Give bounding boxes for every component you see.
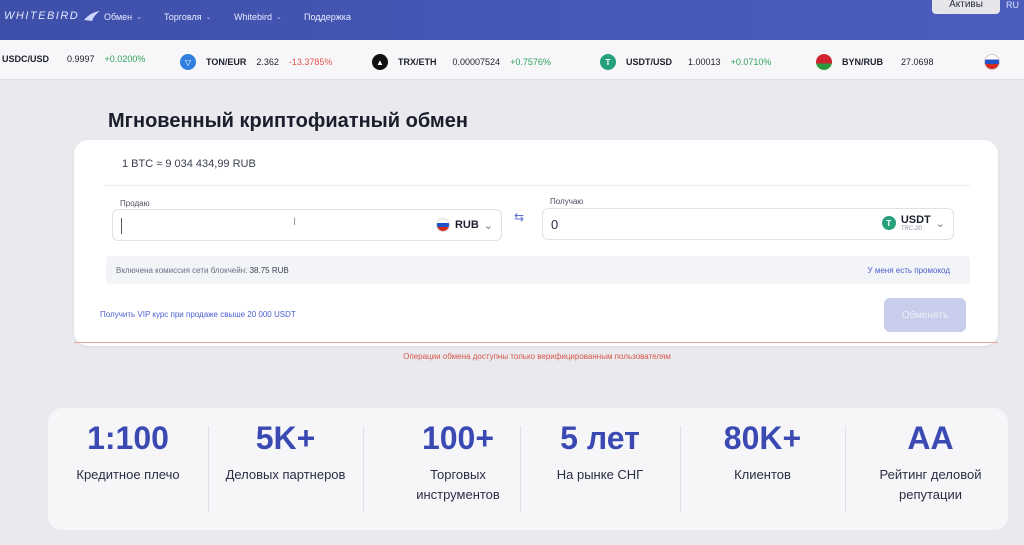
ticker-item[interactable]: ▽ TON/EUR 2.362 -13.3785% bbox=[180, 54, 332, 70]
buy-currency-block: USDT TRC-20 bbox=[901, 214, 931, 232]
stat-years: 5 лет На рынке СНГ bbox=[520, 408, 680, 530]
swap-icon[interactable]: ⇆ bbox=[514, 210, 524, 224]
chevron-down-icon: ⌄ bbox=[276, 14, 282, 21]
ticker-pair: USDT/USD bbox=[626, 57, 673, 67]
nav-trading-label: Торговля bbox=[164, 12, 202, 22]
promo-code-link[interactable]: У меня есть промокод bbox=[868, 266, 950, 275]
divider bbox=[845, 426, 846, 512]
buy-amount-value: 0 bbox=[551, 217, 559, 232]
nav-exchange-label: Обмен bbox=[104, 12, 133, 22]
stat-value: 5 лет bbox=[560, 420, 640, 456]
chevron-down-icon: ⌄ bbox=[136, 14, 142, 21]
chevron-down-icon: ⌄ bbox=[483, 219, 493, 232]
fee-label: Включена комиссия сети блокчейн: bbox=[116, 266, 248, 275]
usdt-icon: T bbox=[600, 54, 616, 70]
stat-instruments: 100+ Торговых инструментов bbox=[378, 408, 538, 530]
nav-whitebird-label: Whitebird bbox=[234, 12, 273, 22]
ru-flag-icon bbox=[984, 54, 1000, 70]
nav-trading[interactable]: Торговля ⌄ bbox=[164, 12, 211, 22]
sell-label: Продаю bbox=[120, 199, 150, 208]
stat-value: 80K+ bbox=[723, 420, 802, 456]
vip-rate-link[interactable]: Получить VIP курс при продаже свыше 20 0… bbox=[100, 310, 296, 319]
ticker-item[interactable]: T USDT/USD 1.00013 +0.0710% bbox=[600, 54, 771, 70]
ticker-price: 0.00007524 bbox=[452, 57, 501, 67]
ticker-price: 27.0698 bbox=[901, 57, 934, 67]
stat-value: 100+ bbox=[421, 420, 495, 456]
sell-amount-input[interactable]: I RUB ⌄ bbox=[112, 209, 502, 241]
ticker-price: 2.362 bbox=[256, 57, 279, 67]
exchange-rate: 1 BTC ≈ 9 034 434,99 RUB bbox=[122, 158, 256, 170]
bird-icon bbox=[84, 11, 101, 21]
nav-whitebird[interactable]: Whitebird ⌄ bbox=[234, 12, 282, 22]
ticker-change: +0.0710% bbox=[730, 57, 772, 67]
usdt-icon: T bbox=[881, 216, 896, 230]
nav-support[interactable]: Поддержка bbox=[304, 12, 351, 22]
logo-text: WHITEBIRD bbox=[4, 10, 80, 22]
fee-value: 38.75 RUB bbox=[249, 266, 289, 275]
verification-warning: Операции обмена доступны только верифици… bbox=[403, 352, 671, 361]
ticker-price: 0.9997 bbox=[67, 54, 95, 64]
stat-caption: Клиентов bbox=[734, 467, 791, 482]
top-navbar: WHITEBIRD Обмен ⌄ Торговля ⌄ Whitebird ⌄ По… bbox=[0, 0, 1024, 40]
ticker-item[interactable]: ▲ TRX/ETH 0.00007524 +0.7576% bbox=[372, 54, 551, 70]
fee-bar: Включена комиссия сети блокчейн: 38.75 R… bbox=[106, 256, 970, 284]
buy-currency-label: USDT bbox=[900, 214, 931, 226]
ru-flag-icon bbox=[435, 218, 450, 232]
text-caret bbox=[121, 218, 122, 234]
nav-support-label: Поддержка bbox=[304, 12, 351, 22]
chevron-down-icon: ⌄ bbox=[935, 217, 945, 230]
stat-caption: На рынке СНГ bbox=[556, 467, 644, 482]
stat-value: 5K+ bbox=[255, 420, 316, 456]
page-title: Мгновенный криптофиатный обмен bbox=[108, 110, 468, 132]
ton-icon: ▽ bbox=[180, 54, 196, 70]
language-selector[interactable]: RU bbox=[1006, 0, 1019, 10]
stat-partners: 5K+ Деловых партнеров bbox=[208, 408, 363, 530]
buy-network-label: TRC-20 bbox=[900, 226, 922, 232]
stats-panel: 1:100 Кредитное плечо 5K+ Деловых партне… bbox=[48, 408, 1008, 530]
warning-divider bbox=[74, 342, 998, 343]
divider bbox=[363, 426, 364, 512]
price-ticker: USDC/USD 0.9997 +0.0200% ▽ TON/EUR 2.362… bbox=[0, 40, 1024, 80]
text-cursor-icon: I bbox=[293, 216, 297, 228]
ticker-pair: USDC/USD bbox=[2, 54, 50, 64]
sell-currency-select[interactable]: RUB ⌄ bbox=[435, 218, 493, 232]
stat-clients: 80K+ Клиентов bbox=[680, 408, 845, 530]
chevron-down-icon: ⌄ bbox=[205, 14, 212, 21]
buy-label: Получаю bbox=[550, 197, 584, 206]
stat-caption: Деловых партнеров bbox=[225, 467, 346, 482]
stat-value: AA bbox=[907, 420, 954, 456]
stat-caption: Рейтинг деловой репутации bbox=[879, 467, 982, 502]
stat-value: 1:100 bbox=[87, 420, 169, 456]
stat-caption: Торговых инструментов bbox=[416, 467, 500, 502]
ticker-item[interactable]: USDC/USD 0.9997 +0.0200% bbox=[2, 54, 145, 64]
nav-exchange[interactable]: Обмен ⌄ bbox=[104, 12, 142, 22]
ticker-pair: TRX/ETH bbox=[398, 57, 437, 67]
ticker-price: 1.00013 bbox=[688, 57, 721, 67]
whitebird-logo[interactable]: WHITEBIRD bbox=[4, 10, 101, 22]
ticker-change: +0.7576% bbox=[510, 57, 551, 67]
ticker-change: -13.3785% bbox=[288, 57, 333, 67]
stat-leverage: 1:100 Кредитное плечо bbox=[48, 408, 208, 530]
ticker-item[interactable] bbox=[984, 54, 1000, 70]
ticker-item[interactable]: BYN/RUB 27.0698 bbox=[816, 54, 934, 70]
buy-amount-input[interactable]: 0 T USDT TRC-20 ⌄ bbox=[542, 208, 954, 240]
buy-currency-select[interactable]: T USDT TRC-20 ⌄ bbox=[881, 214, 945, 232]
ticker-change: +0.0200% bbox=[104, 54, 146, 64]
sell-currency-label: RUB bbox=[454, 219, 479, 231]
ticker-pair: TON/EUR bbox=[206, 57, 247, 67]
exchange-button[interactable]: Обменять bbox=[884, 298, 966, 332]
stat-caption: Кредитное плечо bbox=[76, 467, 180, 482]
trx-icon: ▲ bbox=[372, 54, 388, 70]
ticker-pair: BYN/RUB bbox=[842, 57, 884, 67]
fee-text: Включена комиссия сети блокчейн: 38.75 R… bbox=[116, 266, 289, 275]
stat-rating: AA Рейтинг деловой репутации bbox=[858, 408, 1003, 530]
assets-button[interactable]: Активы bbox=[932, 0, 1000, 14]
byn-flag-icon bbox=[816, 54, 832, 70]
divider bbox=[104, 185, 970, 186]
